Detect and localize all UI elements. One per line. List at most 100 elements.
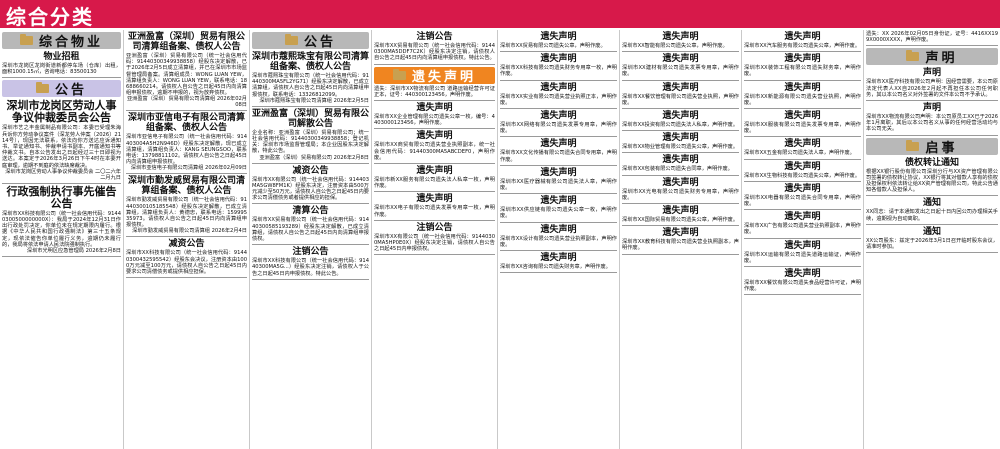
ad-lost: 遗失声明 深圳市XX物业管理有限公司遗失公章，声明作废。 — [622, 131, 739, 154]
ad-jewelry-liquidation: 深圳市蔻熙珠宝有限公司清算组备案、债权人公告 深圳市蔻熙珠宝有限公司（统一社会信… — [252, 50, 369, 107]
ad-lost: 遗失声明 深圳市XX服装有限公司遗失发票专用章，声明作废。 — [744, 109, 861, 138]
ad-lost: 遗失声明 深圳市XX科技有限公司遗失财务专用章一枚，声明作废。 — [500, 52, 617, 81]
ad-lost-id: 遗失：XX 2026年02月05日身份证，证号：4416XX199X0000XX… — [866, 30, 998, 47]
ad-title: 遗失声明 — [662, 133, 699, 144]
ad-lost: 遗失声明 深圳市XX五金有限公司遗失法人章，声明作废。 — [744, 137, 861, 160]
ad-capital-reduction: 减资公告 深圳市XX有限公司（统一社会信用代码：914403MA5GW8FM1K… — [252, 164, 369, 205]
ad-title: 遗失声明 — [416, 103, 453, 114]
ad-title: 遗失声明 — [662, 206, 699, 217]
ad-lost: 遗失声明 深圳市XX汽车服务有限公司遗失公章，声明作废。 — [744, 30, 861, 53]
folder-icon — [284, 34, 298, 45]
ad-lost: 遗失声明 深圳市XX新能源有限公司遗失营业执照，声明作废。 — [744, 81, 861, 110]
ad-title: 遗失声明 — [662, 155, 699, 166]
ad-title: 遗失声明 — [540, 167, 577, 178]
ad-body: 深圳市XX有限公司（统一社会信用代码：91440300MA5HP0E0X）经股东… — [374, 233, 495, 253]
ad-body: 深圳市XX贸易有限公司遗失公章，声明作废。 — [500, 43, 606, 49]
ad-lost: 遗失声明 深圳市XX生物科技有限公司遗失公章，声明作废。 — [744, 160, 861, 182]
ad-title: 行政强制执行事先催告公告 — [6, 184, 117, 210]
column-7: 遗失声明 深圳市XX汽车服务有限公司遗失公章，声明作废。 遗失声明 深圳市XX装饰工… — [742, 30, 864, 449]
column-6: 遗失声明 深圳市XX智能有限公司遗失公章，声明作废。 遗失声明 深圳市XX建材有限公… — [620, 30, 742, 449]
ad-lost: 遗失声明 深圳市XX广告有限公司遗失营业执照副本，声明作废。 — [744, 210, 861, 239]
column-9: 遗失：XX 2026年02月05日身份证，证号：4416XX199X0000XX… — [864, 30, 1000, 449]
ad-liquidation: 清算公告 深圳市XX贸易有限公司（统一社会信用代码：91440300585193… — [252, 204, 369, 246]
ad-body: 深圳市XX科技有限公司（统一社会信用代码：91440300432595542）经… — [126, 250, 247, 276]
ad-lost: 遗失声明 深圳市XX装饰工程有限公司遗失财务章，声明作废。 — [744, 52, 861, 81]
column-4: 注销公告 深圳市XX贸易有限公司（统一社会信用代码：91440300MA5DDF… — [372, 30, 498, 449]
ad-title: 亚洲盈富（深圳）贸易有限公司清算组备案、债权人公告 — [127, 32, 245, 52]
ad-body: 深圳市XX网络有限公司遗失发票专用章，声明作废。 — [500, 122, 617, 135]
ad-body: 深圳市XX运输有限公司遗失道路运输证，声明作废。 — [744, 251, 861, 264]
ad-body: 深圳市XX物业管理有限公司遗失公章，声明作废。 — [622, 144, 739, 151]
ad-title: 注销公告 — [292, 247, 329, 258]
ad-debt-transfer: 债权转让通知 根据XX银行股份有限公司深圳分行与XX资产管理有限公司签署的债权转… — [866, 156, 998, 197]
ad-body: 深圳市XX电器有限公司遗失合同专用章，声明作废。 — [744, 194, 861, 208]
ad-title: 债权转让通知 — [904, 157, 959, 168]
ad-body: 深圳市龙岗区龙岗街道新都停车场（仓库）出租，面积1000.15㎡，咨询电话：83… — [2, 63, 121, 76]
ad-body: 深圳市XX汽车服务有限公司遗失公章，声明作废。 — [744, 43, 861, 49]
ad-title: 遗失声明 — [540, 82, 577, 93]
folder-icon — [35, 82, 49, 94]
ad-title: 遗失声明 — [662, 177, 699, 188]
ad-lost: 遗失声明 深圳市XX贸易有限公司遗失公章，声明作废。 — [500, 30, 617, 53]
ad-title: 遗失声明 — [540, 139, 577, 150]
section-tab-statement: 声明 — [866, 48, 998, 66]
ad-title: 通知 — [922, 226, 941, 237]
ad-lost: 遗失声明 深圳市XX包装有限公司遗失合同章，声明作废。 — [622, 153, 739, 176]
section-tab-property: 综合物业 — [2, 32, 121, 50]
ad-title: 声明 — [922, 68, 941, 79]
ad-body: 深圳市XX有限公司（统一社会信用代码：914403MA5GW8FM1K）经股东决… — [252, 176, 369, 202]
ad-body: 深圳市XX广告有限公司遗失营业执照副本，声明作废。 — [744, 223, 861, 236]
ad-body: 深圳市亚信电子有限公司（统一社会信用代码：914403004A5H2N946D）… — [126, 134, 247, 166]
ad-title: 注销公告 — [416, 32, 453, 42]
ad-title: 遗失声明 — [662, 111, 699, 122]
ad-lost: 遗失声明 深圳市XX实业有限公司遗失营业执照正本，声明作废。 — [500, 81, 617, 110]
ad-title: 遗失声明 — [784, 240, 821, 251]
ad-title: 遗失声明 — [540, 32, 577, 42]
ad-title: 亚洲盈富（深圳）贸易有限公司解散公告 — [252, 108, 369, 129]
ad-title: 遗失声明 — [784, 183, 821, 194]
section-tab-lost: 遗失声明 — [374, 66, 495, 85]
ad-title: 遗失声明 — [416, 194, 453, 205]
ad-body: 亚洲盈富（深圳）贸易有限公司（统一社会信用代码：9144030034993885… — [126, 53, 247, 97]
ad-body: 深圳市XX五金有限公司遗失法人章，声明作废。 — [744, 150, 855, 157]
ad-body: 深圳市XX智能有限公司遗失公章，声明作废。 — [622, 43, 728, 49]
column-5: 遗失声明 深圳市XX贸易有限公司遗失公章，声明作废。 遗失声明 深圳市XX科技有限公… — [498, 30, 620, 449]
ad-body: 深圳市新XX服务有限公司遗失法人私章一枚，声明作废。 — [374, 177, 495, 190]
ad-title: 遗失声明 — [784, 269, 821, 280]
section-tab-notice: 公告 — [2, 80, 121, 98]
ad-liquidation-1: 亚洲盈富（深圳）贸易有限公司清算组备案、债权人公告 亚洲盈富（深圳）贸易有限公司… — [126, 30, 247, 112]
section-tab-notice: 启事 — [866, 137, 998, 156]
ad-lost: 遗失声明 深圳市XX电器有限公司遗失合同专用章，声明作废。 — [744, 182, 861, 211]
ad-body: 深圳市XX电子有限公司遗失发票专用章一枚，声明作废。 — [374, 205, 495, 218]
ad-title: 遗失声明 — [662, 228, 699, 239]
ad-statement: 声明 深圳市XX医疗科技有限公司声明：因经营需要，本公司原法定代表人XX自202… — [866, 66, 998, 102]
ad-deregistration: 注销公告 深圳市XX科技有限公司（统一社会信用代码：91440300MA5G..… — [252, 245, 369, 280]
ad-liquidation-3: 深圳市勤发威贸易有限公司清算组备案、债权人公告 深圳市勤发威贸易有限公司（统一社… — [126, 174, 247, 238]
folder-icon — [392, 68, 406, 80]
ad-title: 遗失声明 — [784, 212, 821, 223]
ad-title: 遗失声明 — [416, 131, 453, 142]
ad-title: 注销公告 — [416, 222, 453, 233]
ad-title: 减资公告 — [292, 165, 329, 176]
category-banner: 综合分类 — [0, 0, 1000, 29]
ad-body: 遗失：XX 2026年02月05日身份证，证号：4416XX199X0000XX… — [866, 31, 998, 44]
ad-lost: 遗失声明 深圳市XX商贸有限公司遗失营业执照副本，统一社会信用代码：914403… — [374, 129, 495, 165]
ad-body: 遗失：深圳市XX物流有限公司 道路运输经营许可证正本，证号：4403001234… — [374, 85, 495, 98]
ad-body: 深圳市XX生物科技有限公司遗失公章，声明作废。 — [744, 172, 861, 179]
folder-icon — [906, 139, 920, 151]
ad-lost: 遗失：深圳市XX物流有限公司 道路运输经营许可证正本，证号：4403001234… — [374, 85, 495, 102]
ad-body: XX公司股东：兹定于2026年3月1日召开临时股东会议，请准时参加。 — [866, 237, 998, 251]
ad-body: 深圳市XX物流有限公司声明：本公司原员工XX已于2026年1月离职，其后以本公司… — [866, 114, 998, 133]
ad-body: 深圳市XX商贸有限公司遗失营业执照副本，统一社会信用代码：91440300MA5… — [374, 142, 495, 161]
ad-signature: 深圳市勤发威贸易有限公司清算组 2026年2月4日 — [132, 228, 247, 235]
ad-body: 深圳市XX咨询有限公司遗失财务章，声明作废。 — [500, 264, 611, 271]
ad-body: 深圳市XX设计有限公司遗失营业执照副本，声明作废。 — [500, 235, 617, 248]
ad-lost: 遗失声明 深圳市XX智能有限公司遗失公章，声明作废。 — [622, 30, 739, 53]
ad-body: XX同志：请于本通知发出之日起十日内回公司办理相关手续，逾期视为自动离职。 — [866, 209, 998, 222]
ad-title: 遗失声明 — [416, 166, 453, 177]
ad-body: 深圳市XX国际贸易有限公司遗失公章，声明作废。 — [622, 217, 739, 224]
ad-statement: 声明 深圳市XX物流有限公司声明：本公司原员工XX已于2026年1月离职，其后以… — [866, 101, 998, 136]
ad-liquidation-2: 深圳市亚信电子有限公司清算组备案、债权人公告 深圳市亚信电子有限公司（统一社会信… — [126, 111, 247, 175]
ad-enforcement: 行政强制执行事先催告公告 深圳市XX科技有限公司（统一社会信用代码：914403… — [2, 184, 121, 258]
ad-lost: 遗失声明 深圳市XX餐饮有限公司遗失食品经营许可证，声明作废。 — [744, 267, 861, 296]
